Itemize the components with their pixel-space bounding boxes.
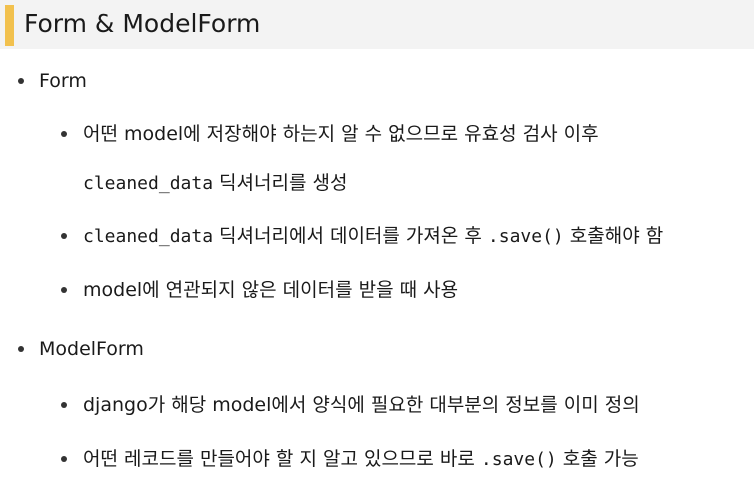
bullet-dot: [61, 456, 67, 462]
modelform-item-2: 어떤 레코드를 만들어야 할 지 알고 있으므로 바로 .save() 호출 가능: [83, 445, 639, 474]
bullet-dot: [61, 233, 67, 239]
modelform-item-2-text-2: 호출 가능: [562, 448, 639, 470]
code-cleaned-data: cleaned_data: [83, 173, 214, 194]
form-item-1-line-2-text: 딕셔너리를 생성: [219, 172, 348, 194]
code-save-call: .save(): [487, 226, 564, 247]
code-save-call: .save(): [480, 449, 557, 470]
bullet-dot: [61, 287, 67, 293]
bullet-dot: [18, 346, 24, 352]
code-cleaned-data: cleaned_data: [83, 226, 214, 247]
form-item-1-line-1: 어떤 model에 저장해야 하는지 알 수 없으므로 유효성 검사 이후: [83, 123, 599, 145]
form-item-2-text-2: 호출해야 함: [569, 225, 664, 247]
section-heading-form: Form: [39, 70, 87, 92]
title-bar: Form & ModelForm: [0, 0, 754, 49]
slide-title: Form & ModelForm: [24, 9, 261, 38]
form-item-2-text-1: 딕셔너리에서 데이터를 가져온 후: [219, 225, 482, 247]
modelform-item-1: django가 해당 model에서 양식에 필요한 대부분의 정보를 이미 정…: [83, 394, 640, 416]
title-accent-bar: [5, 5, 14, 46]
bullet-dot: [61, 131, 67, 137]
bullet-dot: [18, 78, 24, 84]
form-item-3: model에 연관되지 않은 데이터를 받을 때 사용: [83, 279, 459, 301]
bullet-dot: [61, 402, 67, 408]
form-item-2: cleaned_data 딕셔너리에서 데이터를 가져온 후 .save() 호출해야…: [83, 222, 663, 251]
section-heading-modelform: ModelForm: [39, 338, 144, 360]
modelform-item-2-text-1: 어떤 레코드를 만들어야 할 지 알고 있으므로 바로: [83, 448, 475, 470]
form-item-1-line-2: cleaned_data 딕셔너리를 생성: [83, 169, 347, 198]
